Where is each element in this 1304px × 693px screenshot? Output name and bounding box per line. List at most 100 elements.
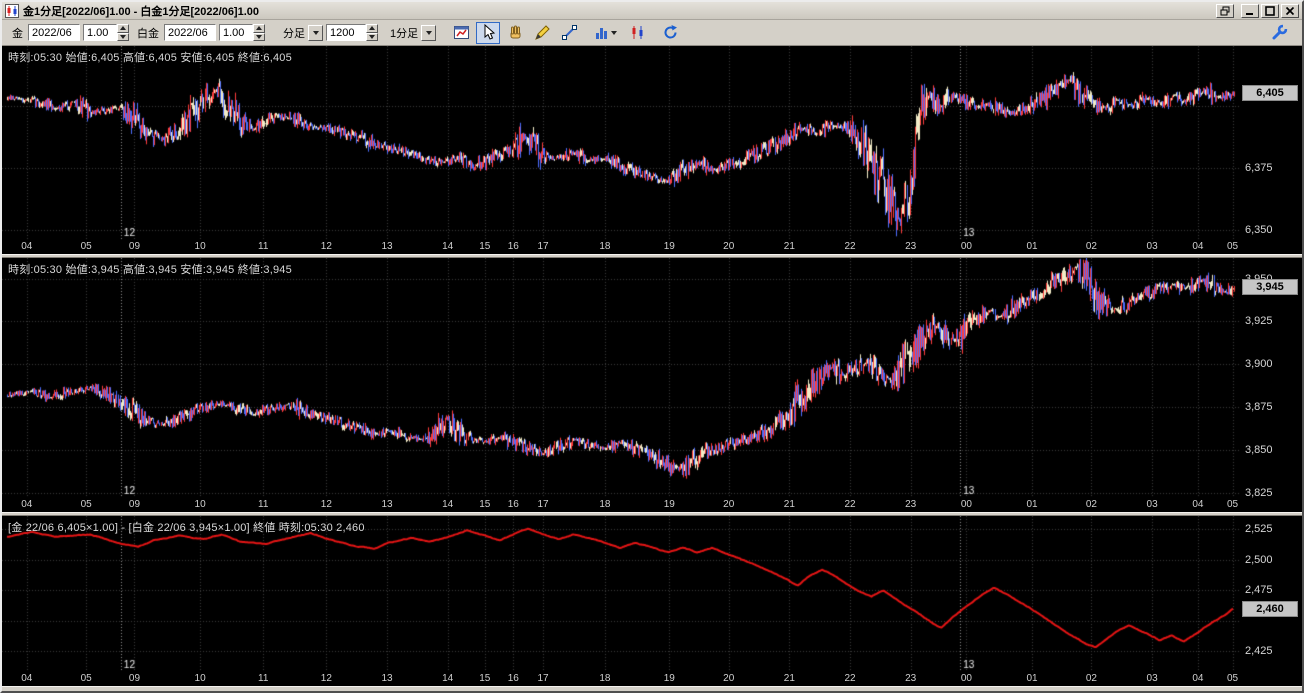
pan-hand-icon bbox=[510, 25, 521, 39]
close-button[interactable] bbox=[1281, 3, 1299, 18]
maximize-icon bbox=[1265, 5, 1275, 16]
refresh-button[interactable] bbox=[658, 21, 683, 44]
gold-chart-canvas[interactable] bbox=[2, 46, 1240, 240]
platinum-multiplier-input[interactable] bbox=[219, 24, 253, 41]
time-label: 05 bbox=[80, 241, 92, 252]
indicator-bars-button[interactable] bbox=[590, 21, 623, 44]
platinum-chart-panel: 時刻:05:30 始値:3,945 高値:3,945 安値:3,945 終値:3… bbox=[2, 258, 1302, 512]
time-label: 09 bbox=[128, 499, 141, 510]
time-label: 14 bbox=[442, 673, 454, 684]
draw-pencil-button[interactable] bbox=[530, 21, 555, 44]
time-label: 18 bbox=[599, 241, 611, 252]
time-label: 03 bbox=[1146, 499, 1158, 510]
time-label: 01 bbox=[1026, 673, 1038, 684]
price-label: 3,875 bbox=[1245, 401, 1273, 414]
price-label: 3,925 bbox=[1245, 315, 1273, 328]
close-icon bbox=[1285, 6, 1295, 15]
spread-chart-canvas[interactable] bbox=[2, 516, 1240, 672]
time-label: 04 bbox=[1192, 241, 1204, 252]
gold-multiplier-spinner bbox=[83, 24, 129, 41]
time-label: 12 bbox=[320, 241, 332, 252]
cursor-select-button[interactable] bbox=[476, 21, 501, 44]
time-label: 16 bbox=[507, 241, 519, 252]
time-label: 02 bbox=[1085, 673, 1097, 684]
settings-wrench-icon bbox=[1272, 24, 1288, 40]
platinum-chart-canvas[interactable] bbox=[2, 258, 1240, 498]
restore-button[interactable] bbox=[1216, 3, 1234, 18]
time-label: 09 bbox=[128, 241, 141, 252]
down-arrow-icon bbox=[369, 34, 375, 39]
gold-chart-panel: 時刻:05:30 始値:6,405 高値:6,405 安値:6,405 終値:6… bbox=[2, 46, 1302, 254]
price-label: 2,500 bbox=[1245, 553, 1273, 566]
platinum-time-axis: 04 05 09 10 11 12 13 14 15 16 17 18 19 20 21 22 23 00 01 02… bbox=[2, 498, 1240, 512]
settings-wrench-button[interactable] bbox=[1267, 21, 1291, 44]
time-label: 04 bbox=[21, 241, 33, 252]
time-label: 05 bbox=[1227, 241, 1239, 252]
time-label: 15 bbox=[479, 673, 491, 684]
timeframe-dropdown-button[interactable] bbox=[421, 24, 437, 41]
bar-count-up-button[interactable] bbox=[366, 24, 378, 33]
price-label: 3,825 bbox=[1245, 486, 1273, 499]
time-label: 22 bbox=[844, 673, 856, 684]
time-label: 18 bbox=[599, 673, 611, 684]
period-type-combo[interactable]: 分足 bbox=[280, 24, 323, 42]
gold-multiplier-input[interactable] bbox=[83, 24, 117, 41]
time-label: 10 bbox=[194, 241, 206, 252]
window-title: 金1分足[2022/06]1.00 - 白金1分足[2022/06]1.00 bbox=[23, 5, 260, 18]
gold-contract-input[interactable] bbox=[28, 24, 80, 41]
bar-count-down-button[interactable] bbox=[366, 32, 378, 41]
time-label: 10 bbox=[194, 673, 206, 684]
time-label: 11 bbox=[258, 499, 269, 510]
chart-window-button[interactable] bbox=[449, 21, 474, 44]
time-label: 04 bbox=[1192, 673, 1204, 684]
time-label: 17 bbox=[537, 673, 549, 684]
time-label: 20 bbox=[723, 241, 735, 252]
time-label: 02 bbox=[1085, 499, 1097, 510]
bar-count-input[interactable] bbox=[326, 24, 366, 41]
candlestick-chart-button[interactable] bbox=[625, 21, 650, 44]
draw-pencil-icon bbox=[534, 25, 550, 40]
gold-multiplier-up-button[interactable] bbox=[117, 24, 129, 33]
spread-price-scale[interactable]: 2,525 2,500 2,475 2,425 2,460 bbox=[1240, 516, 1302, 686]
platinum-price-scale[interactable]: 3,9503,9253,9003,8753,8503,8253,945 bbox=[1240, 258, 1302, 512]
timeframe-value: 1分足 bbox=[390, 27, 419, 40]
gold-multiplier-down-button[interactable] bbox=[117, 32, 129, 41]
time-label: 04 bbox=[1192, 499, 1204, 510]
time-label: 23 bbox=[905, 241, 917, 252]
refresh-icon bbox=[664, 25, 677, 39]
time-label: 21 bbox=[783, 241, 795, 252]
time-label: 02 bbox=[1085, 241, 1097, 252]
pan-hand-button[interactable] bbox=[503, 21, 528, 44]
cursor-select-icon bbox=[484, 24, 495, 40]
gold-price-scale[interactable]: 6,375 6,350 6,405 bbox=[1240, 46, 1302, 254]
time-label: 13 bbox=[381, 499, 393, 510]
price-label: 2,525 bbox=[1245, 523, 1273, 536]
time-label: 05 bbox=[80, 673, 92, 684]
time-label: 19 bbox=[663, 241, 675, 252]
trendline-tool-button[interactable] bbox=[557, 21, 582, 44]
time-label: 12 bbox=[320, 673, 332, 684]
period-type-dropdown-button[interactable] bbox=[308, 24, 323, 41]
down-arrow-icon bbox=[120, 34, 126, 39]
toolbar: 金 白金 分足 bbox=[2, 20, 1302, 46]
price-label: 3,900 bbox=[1245, 358, 1273, 371]
chevron-down-icon bbox=[312, 30, 319, 35]
maximize-button[interactable] bbox=[1261, 3, 1279, 18]
spread-time-axis: 04 05 09 10 11 12 13 14 15 16 17 18 19 20 21 22 23 00 01 02… bbox=[2, 672, 1240, 686]
platinum-multiplier-up-button[interactable] bbox=[253, 24, 265, 33]
platinum-ohlc-readout: 時刻:05:30 始値:3,945 高値:3,945 安値:3,945 終値:3… bbox=[8, 264, 292, 276]
period-type-value: 分足 bbox=[283, 27, 305, 40]
titlebar[interactable]: 金1分足[2022/06]1.00 - 白金1分足[2022/06]1.00 bbox=[2, 2, 1302, 20]
last-price-box: 2,460 bbox=[1242, 600, 1298, 617]
time-label: 12 bbox=[320, 499, 332, 510]
time-label: 01 bbox=[1026, 499, 1038, 510]
time-label: 18 bbox=[599, 499, 611, 510]
time-label: 16 bbox=[507, 499, 519, 510]
platinum-multiplier-down-button[interactable] bbox=[253, 32, 265, 41]
timeframe-combo[interactable]: 1分足 bbox=[387, 24, 437, 42]
platinum-contract-input[interactable] bbox=[164, 24, 216, 41]
gold-label: 金 bbox=[12, 27, 23, 40]
time-label: 22 bbox=[844, 241, 856, 252]
time-label: 16 bbox=[507, 673, 519, 684]
minimize-button[interactable] bbox=[1241, 3, 1259, 18]
